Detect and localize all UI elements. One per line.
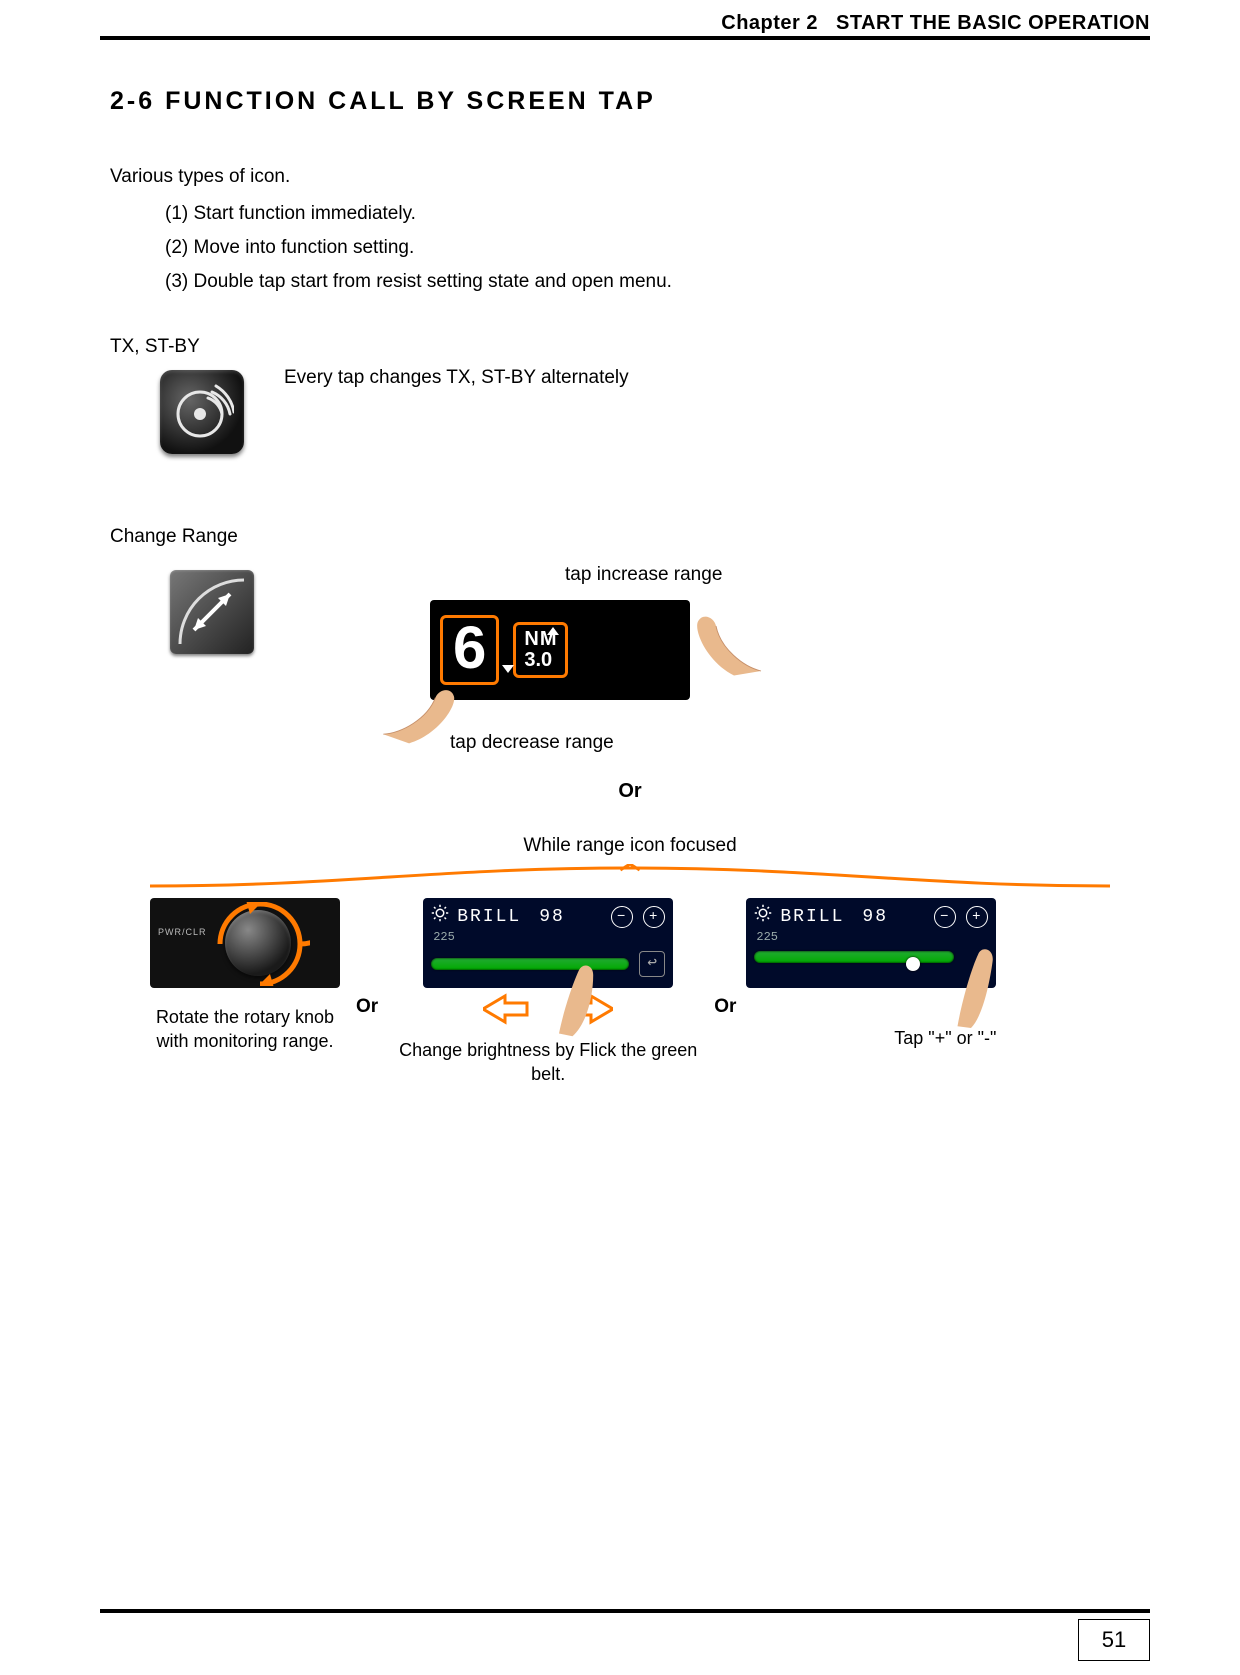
tx-stby-desc: Every tap changes TX, ST-BY alternately	[284, 365, 629, 391]
list-item: (2) Move into function setting.	[165, 235, 1150, 261]
minus-button[interactable]: −	[611, 906, 633, 928]
header-rule	[100, 36, 1150, 40]
brill-sub: 225	[423, 929, 673, 945]
brill-value: 98	[862, 905, 888, 929]
chapter-label: Chapter 2	[721, 12, 818, 34]
or-separator: Or	[708, 994, 742, 1020]
hand-tap-icon	[926, 938, 1016, 1028]
list-item: (1) Start function immediately.	[165, 201, 1150, 227]
knob-caption: Rotate the rotary knob with monitoring r…	[140, 1006, 350, 1053]
range-unit-box[interactable]: NM 3.0	[513, 622, 568, 678]
icon-type-list: (1) Start function immediately. (2) Move…	[165, 201, 1150, 294]
chapter-header: Chapter 2 START THE BASIC OPERATION	[721, 10, 1150, 37]
curly-brace-icon	[150, 864, 1110, 888]
or-separator: Or	[110, 778, 1150, 805]
range-icon[interactable]	[170, 570, 254, 654]
intro-text: Various types of icon.	[110, 164, 1150, 190]
list-item: (3) Double tap start from resist setting…	[165, 269, 1150, 295]
while-focus-label: While range icon focused	[110, 833, 1150, 859]
minus-button[interactable]: −	[934, 906, 956, 928]
plus-button[interactable]: +	[643, 906, 665, 928]
or-separator: Or	[350, 994, 384, 1020]
tap-pm-caption: Tap "+" or "-"	[816, 1026, 996, 1050]
slider-thumb-icon[interactable]	[906, 957, 920, 971]
brightness-icon	[754, 904, 772, 930]
hand-flick-icon	[523, 948, 613, 1038]
plus-button[interactable]: +	[966, 906, 988, 928]
chapter-title: START THE BASIC OPERATION	[836, 12, 1150, 34]
pwr-clr-label: PWR/CLR	[158, 926, 207, 938]
range-sub: 3.0	[524, 650, 557, 671]
section-title: 2-6 FUNCTION CALL BY SCREEN TAP	[110, 85, 1150, 119]
page-number: 51	[1078, 1619, 1150, 1661]
tx-stby-label: TX, ST-BY	[110, 334, 1150, 360]
hand-tap-icon	[680, 590, 770, 680]
brightness-slider[interactable]	[754, 951, 954, 963]
tap-increase-label: tap increase range	[565, 562, 722, 588]
footer-rule	[100, 1609, 1150, 1613]
brill-label: BRILL	[457, 905, 521, 929]
brill-value: 98	[539, 905, 565, 929]
tap-decrease-label: tap decrease range	[450, 730, 614, 756]
brightness-icon	[431, 904, 449, 930]
brill-label: BRILL	[780, 905, 844, 929]
triangle-up-icon	[547, 627, 559, 635]
rotate-arrows-icon	[210, 902, 310, 986]
rotary-knob-panel[interactable]: PWR/CLR	[150, 898, 340, 988]
flick-caption: Change brightness by Flick the green bel…	[388, 1038, 708, 1087]
tx-stby-icon[interactable]	[160, 370, 244, 454]
change-range-label: Change Range	[110, 524, 1150, 550]
triangle-down-icon	[502, 665, 514, 673]
back-icon[interactable]: ↩	[639, 951, 665, 977]
